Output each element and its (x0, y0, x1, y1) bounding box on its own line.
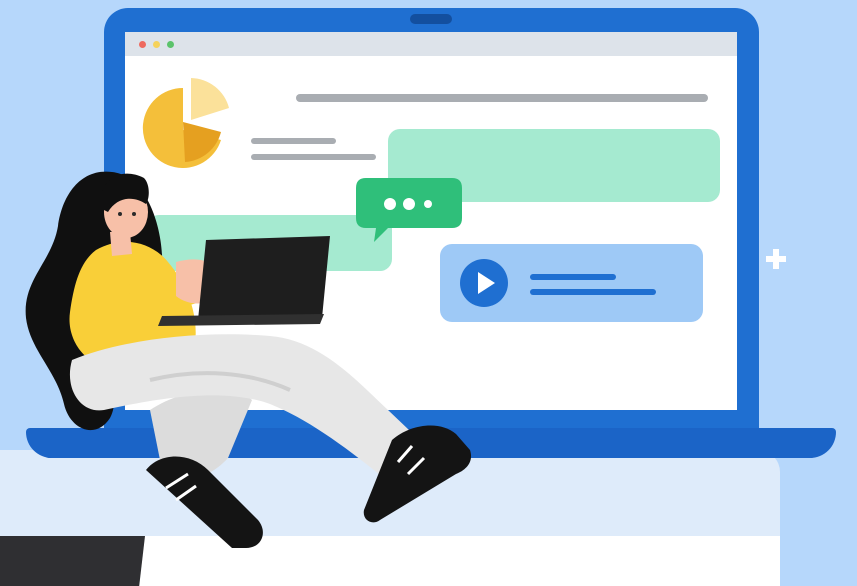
sparkle-icon (766, 249, 786, 269)
heading-placeholder-line (296, 94, 708, 102)
browser-title-bar (125, 32, 737, 56)
laptop-base (26, 428, 836, 458)
video-subtitle-line (530, 289, 656, 295)
window-maximize-dot (167, 41, 174, 48)
window-minimize-dot (153, 41, 160, 48)
text-placeholder-line (251, 154, 376, 160)
camera-notch (410, 14, 452, 24)
window-close-dot (139, 41, 146, 48)
chat-bubble-icon (356, 178, 462, 242)
text-placeholder-line (251, 138, 336, 144)
video-title-line (530, 274, 616, 280)
video-card (440, 244, 703, 322)
play-icon (460, 259, 508, 307)
dark-panel (0, 536, 145, 586)
pie-chart-icon (142, 78, 229, 168)
illustration-scene (0, 0, 857, 586)
